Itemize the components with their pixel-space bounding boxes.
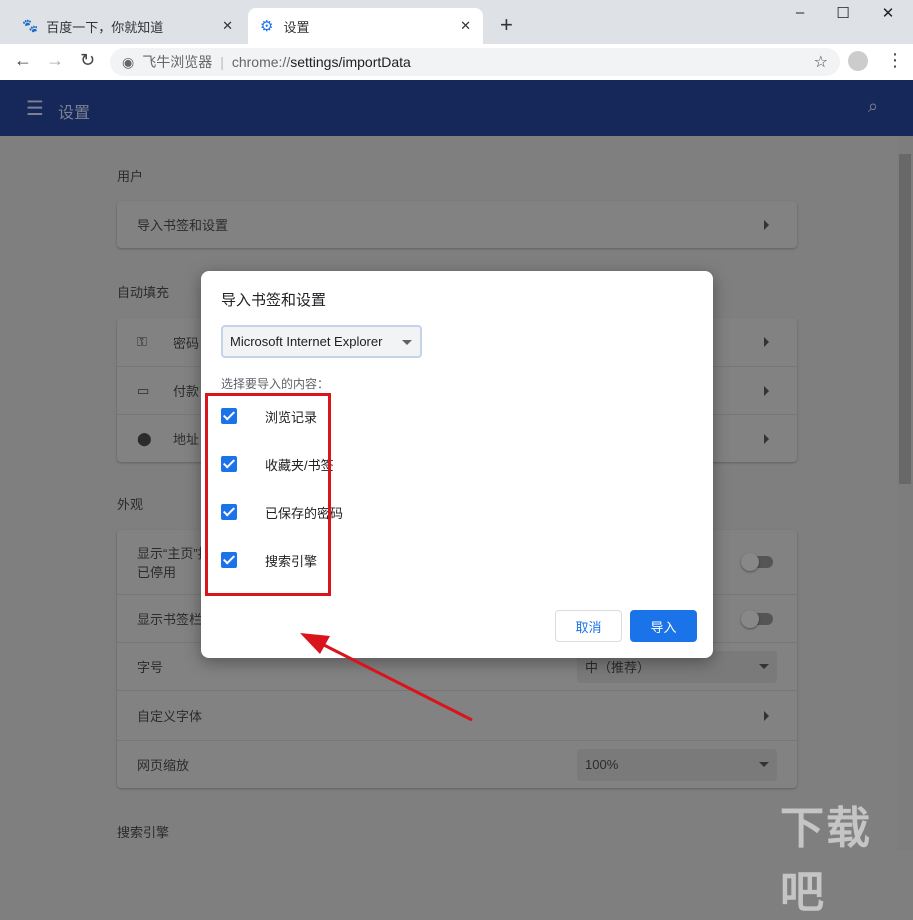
watermark-logo: 下载吧 xyxy=(780,804,872,917)
annotation-arrow xyxy=(300,633,473,722)
